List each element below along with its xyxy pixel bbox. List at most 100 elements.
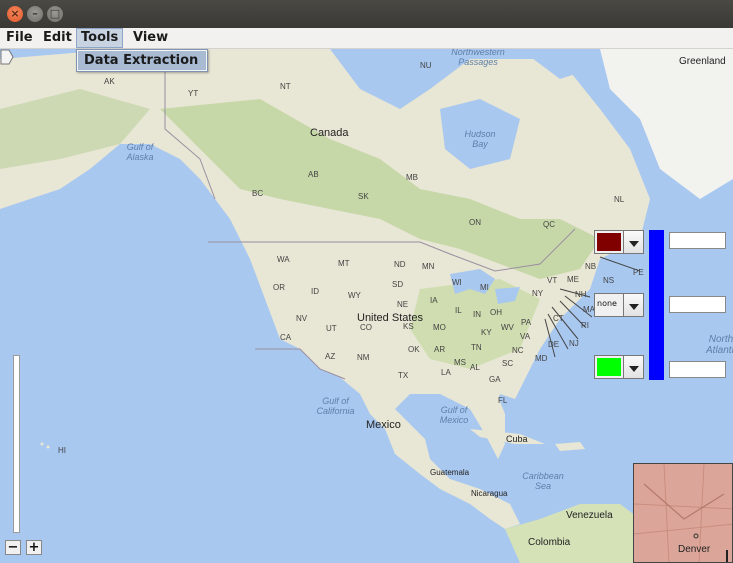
menu-file[interactable]: File — [2, 29, 37, 47]
close-window-button[interactable]: × — [7, 6, 23, 22]
label-venezuela: Venezuela — [566, 510, 613, 521]
label-md: MD — [535, 354, 548, 363]
label-mb: MB — [406, 173, 418, 182]
label-ri: RI — [581, 321, 589, 330]
label-mo: MO — [433, 323, 446, 332]
inset-map[interactable]: Denver — [633, 463, 733, 563]
label-hi: HI — [58, 446, 66, 455]
label-sd: SD — [392, 280, 404, 289]
label-ga: GA — [489, 375, 501, 384]
title-bar: × – □ — [0, 0, 733, 28]
label-la: LA — [441, 368, 451, 377]
label-gulf-of-california: Gulf of California — [316, 396, 355, 416]
label-guatemala: Guatemala — [430, 468, 470, 477]
menu-edit[interactable]: Edit — [39, 29, 76, 47]
label-ar: AR — [434, 345, 446, 354]
label-on: ON — [469, 218, 481, 227]
label-hudson-bay: Hudson Bay — [464, 129, 496, 149]
label-ok: OK — [408, 345, 420, 354]
menu-tools[interactable]: Tools — [76, 28, 124, 48]
label-nj: NJ — [569, 339, 579, 348]
scale-mid-field[interactable] — [669, 296, 726, 313]
color-swatch-1[interactable] — [594, 230, 624, 254]
label-ms: MS — [454, 358, 466, 367]
label-az: AZ — [325, 352, 336, 361]
label-pe: PE — [633, 268, 644, 277]
label-nv: NV — [296, 314, 308, 323]
label-nicaragua: Nicaragua — [471, 489, 508, 498]
label-gulf-of-alaska: Gulf of Alaska — [126, 142, 154, 162]
label-ca: CA — [280, 333, 292, 342]
menu-bar: File Edit Tools View — [0, 28, 733, 49]
label-bc: BC — [252, 189, 264, 198]
label-or: OR — [273, 283, 285, 292]
label-pa: PA — [521, 318, 532, 327]
label-ct: CT — [553, 314, 564, 323]
label-northwestern-passages: Northwestern Passages — [451, 49, 505, 67]
label-wy: WY — [348, 291, 361, 300]
label-colombia: Colombia — [528, 537, 571, 548]
menu-view[interactable]: View — [129, 29, 172, 47]
label-oh: OH — [490, 308, 502, 317]
dropdown-arrow-3[interactable] — [624, 355, 644, 379]
label-me: ME — [567, 275, 579, 284]
label-ne: NE — [397, 300, 409, 309]
label-fl: FL — [498, 396, 508, 405]
minimize-window-button[interactable]: – — [27, 6, 43, 22]
label-ks: KS — [403, 322, 414, 331]
scale-min-field[interactable] — [669, 361, 726, 378]
label-mexico: Mexico — [366, 419, 401, 431]
label-al: AL — [470, 363, 480, 372]
label-qc: QC — [543, 220, 555, 229]
label-nl: NL — [614, 195, 625, 204]
zoom-out-button[interactable]: − — [5, 540, 21, 555]
label-canada: Canada — [310, 127, 349, 139]
label-in: IN — [473, 310, 481, 319]
label-ky: KY — [481, 328, 492, 337]
label-tx: TX — [398, 371, 409, 380]
label-tn: TN — [471, 343, 482, 352]
color-fill-1 — [597, 233, 621, 251]
label-gulf-of-mexico: Gulf of Mexico — [439, 405, 469, 425]
menu-item-data-extraction[interactable]: Data Extraction — [78, 51, 206, 70]
label-va: VA — [520, 332, 531, 341]
map-view[interactable]: Canada United States Mexico Greenland Cu… — [0, 49, 733, 563]
scale-max-field[interactable] — [669, 232, 726, 249]
label-ns: NS — [603, 276, 615, 285]
maximize-window-button[interactable]: □ — [47, 6, 63, 22]
label-north-atlantic: North Atlantic — [706, 334, 733, 356]
label-vt: VT — [547, 276, 558, 285]
label-co: CO — [360, 323, 372, 332]
label-wa: WA — [277, 255, 290, 264]
label-il: IL — [455, 306, 462, 315]
label-nt: NT — [280, 82, 291, 91]
label-ak: AK — [104, 77, 115, 86]
label-nb: NB — [585, 262, 597, 271]
zoom-in-button[interactable]: + — [26, 540, 42, 555]
label-sc: SC — [502, 359, 514, 368]
dropdown-arrow-1[interactable] — [624, 230, 644, 254]
label-nh: NH — [575, 290, 587, 299]
label-ny: NY — [532, 289, 544, 298]
label-mt: MT — [338, 259, 350, 268]
color-swatch-2[interactable]: none — [594, 293, 624, 317]
label-wv: WV — [501, 323, 514, 332]
dropdown-arrow-2[interactable] — [624, 293, 644, 317]
color-swatch-3[interactable] — [594, 355, 624, 379]
color-fill-3 — [597, 358, 621, 376]
label-ab: AB — [308, 170, 319, 179]
tools-dropdown-menu: Data Extraction — [76, 49, 208, 72]
label-mi: MI — [480, 283, 489, 292]
label-denver: Denver — [678, 544, 711, 555]
color-none-label: none — [597, 299, 617, 308]
label-sk: SK — [358, 192, 369, 201]
zoom-slider-track[interactable] — [13, 355, 20, 533]
label-cuba: Cuba — [506, 434, 528, 444]
label-caribbean-sea: Caribbean Sea — [522, 471, 564, 491]
label-nu: NU — [420, 61, 432, 70]
label-id: ID — [311, 287, 319, 296]
label-yt: YT — [188, 89, 199, 98]
zoom-slider-thumb[interactable] — [0, 49, 14, 65]
label-greenland: Greenland — [679, 56, 726, 67]
label-nc: NC — [512, 346, 524, 355]
